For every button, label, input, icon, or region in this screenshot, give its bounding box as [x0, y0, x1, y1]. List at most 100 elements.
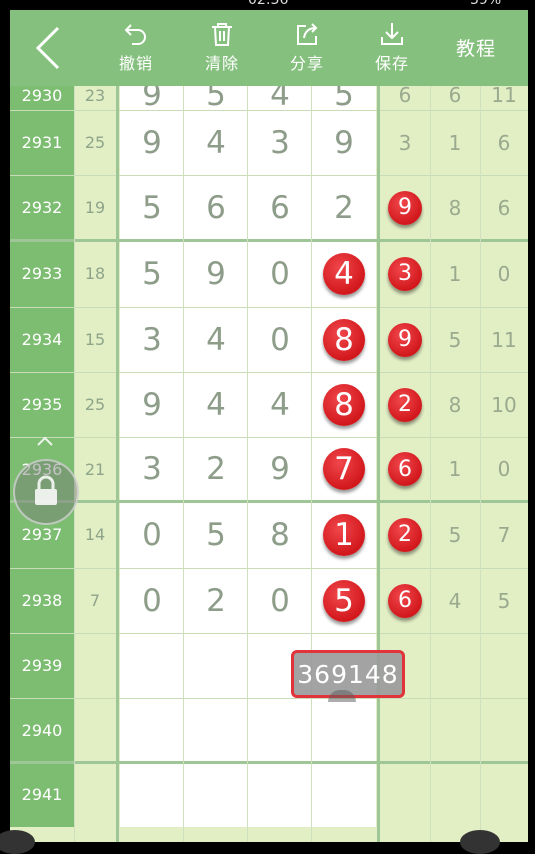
clear-button[interactable]: 清除 — [190, 20, 254, 80]
sum-value: 14 — [74, 501, 116, 568]
stat-cell: 5 — [480, 568, 528, 633]
table-row: 2932 19 5 6 6 2 9 8 6 — [10, 175, 528, 240]
draw-digit-cell[interactable]: 1 — [312, 501, 376, 568]
draw-digit-cell[interactable]: 0 — [248, 568, 312, 633]
draw-digit-cell[interactable]: 4 — [184, 110, 248, 175]
sum-value: 25 — [74, 372, 116, 437]
column-divider — [183, 86, 184, 842]
stat-cell: 6 — [430, 86, 480, 110]
stat-hit-ball: 3 — [388, 256, 422, 291]
draw-digit-cell[interactable]: 5 — [120, 240, 184, 307]
table-row: 2940 — [10, 698, 528, 762]
save-button[interactable]: 保存 — [360, 20, 424, 80]
hit-ball: 7 — [323, 448, 365, 490]
undo-button[interactable]: 撤销 — [104, 20, 168, 80]
row-divider — [10, 698, 528, 699]
column-divider — [480, 86, 481, 842]
back-button[interactable] — [32, 26, 66, 70]
stat-cell: 2 — [380, 501, 430, 568]
stat-hit-ball: 2 — [388, 387, 422, 422]
tutorial-button[interactable]: 教程 — [456, 34, 496, 61]
column-divider — [377, 86, 380, 842]
draw-digit-cell[interactable] — [184, 698, 248, 762]
draw-digit-cell[interactable]: 5 — [120, 175, 184, 240]
chevron-left-icon — [35, 26, 60, 70]
share-button[interactable]: 分享 — [275, 20, 339, 80]
draw-digit-cell[interactable] — [312, 762, 376, 827]
draw-digit-cell[interactable] — [184, 762, 248, 827]
draw-digit-cell[interactable]: 4 — [312, 240, 376, 307]
stat-cell: 10 — [480, 372, 528, 437]
status-bar: 02:36 39% — [0, 0, 535, 10]
column-divider — [74, 86, 75, 842]
sum-value — [74, 698, 116, 762]
draw-digit-cell[interactable]: 9 — [120, 110, 184, 175]
draw-digit-cell[interactable]: 9 — [120, 86, 184, 113]
issue-number: 2933 — [10, 240, 74, 307]
stat-cell — [380, 698, 430, 762]
draw-digit-cell[interactable]: 0 — [120, 568, 184, 633]
draw-digit-cell[interactable]: 4 — [184, 372, 248, 437]
draw-digit-cell[interactable]: 8 — [312, 307, 376, 372]
stat-cell: 2 — [380, 372, 430, 437]
stat-cell: 6 — [380, 86, 430, 110]
hit-ball: 5 — [323, 579, 365, 622]
sum-value: 21 — [74, 437, 116, 501]
draw-digit-cell[interactable] — [312, 698, 376, 762]
draw-digit-cell[interactable]: 3 — [120, 437, 184, 501]
stat-cell: 11 — [480, 86, 528, 110]
draw-digit-cell[interactable]: 7 — [312, 437, 376, 501]
stat-cell — [480, 698, 528, 762]
draw-digit-cell[interactable]: 5 — [184, 86, 248, 113]
draw-digit-cell[interactable] — [248, 698, 312, 762]
draw-digit-cell[interactable] — [120, 762, 184, 827]
draw-digit-cell[interactable]: 3 — [120, 307, 184, 372]
draw-digit-cell[interactable]: 5 — [184, 501, 248, 568]
stat-cell: 1 — [430, 437, 480, 501]
draw-digit-cell[interactable]: 4 — [248, 372, 312, 437]
stat-hit-ball: 6 — [388, 583, 422, 618]
stat-cell: 0 — [480, 437, 528, 501]
draw-digit-cell[interactable]: 4 — [248, 86, 312, 113]
draw-digit-cell[interactable]: 4 — [184, 307, 248, 372]
stat-cell — [430, 762, 480, 827]
draw-digit-cell[interactable]: 5 — [312, 568, 376, 633]
table-row: 2934 15 3 4 0 8 9 5 11 — [10, 307, 528, 372]
draw-digit-cell[interactable]: 9 — [312, 110, 376, 175]
draw-digit-cell[interactable]: 2 — [312, 175, 376, 240]
draw-digit-cell[interactable]: 8 — [312, 372, 376, 437]
sum-value: 15 — [74, 307, 116, 372]
row-divider — [10, 175, 528, 176]
draw-digit-cell[interactable] — [248, 762, 312, 827]
table-row: 2936 21 3 2 9 7 6 1 0 — [10, 437, 528, 501]
draw-digit-cell[interactable]: 2 — [184, 568, 248, 633]
stat-hit-ball: 9 — [388, 322, 422, 357]
draw-digit-cell[interactable]: 6 — [184, 175, 248, 240]
draw-digit-cell[interactable]: 2 — [184, 437, 248, 501]
draw-digit-cell[interactable] — [184, 633, 248, 698]
table-row: 2935 25 9 4 4 8 2 8 10 — [10, 372, 528, 437]
stat-cell — [380, 762, 430, 827]
lock-button[interactable] — [13, 459, 79, 525]
draw-digit-cell[interactable]: 9 — [184, 240, 248, 307]
draw-digit-cell[interactable]: 9 — [248, 437, 312, 501]
draw-digit-cell[interactable] — [120, 698, 184, 762]
toolbar: 撤销 清除 分享 保存 教程 — [10, 10, 528, 86]
draw-digit-cell[interactable]: 0 — [120, 501, 184, 568]
undo-icon — [124, 24, 146, 45]
stat-cell: 7 — [480, 501, 528, 568]
stat-cell: 11 — [480, 307, 528, 372]
row-divider — [10, 633, 528, 634]
issue-number: 2934 — [10, 307, 74, 372]
draw-digit-cell[interactable]: 6 — [248, 175, 312, 240]
stat-cell — [430, 633, 480, 698]
issue-number: 2941 — [10, 762, 74, 827]
draw-digit-cell[interactable]: 0 — [248, 240, 312, 307]
draw-digit-cell[interactable]: 9 — [120, 372, 184, 437]
share-icon — [297, 23, 318, 45]
draw-digit-cell[interactable]: 3 — [248, 110, 312, 175]
draw-digit-cell[interactable]: 8 — [248, 501, 312, 568]
draw-digit-cell[interactable]: 5 — [312, 86, 376, 113]
draw-digit-cell[interactable]: 0 — [248, 307, 312, 372]
draw-digit-cell[interactable] — [120, 633, 184, 698]
